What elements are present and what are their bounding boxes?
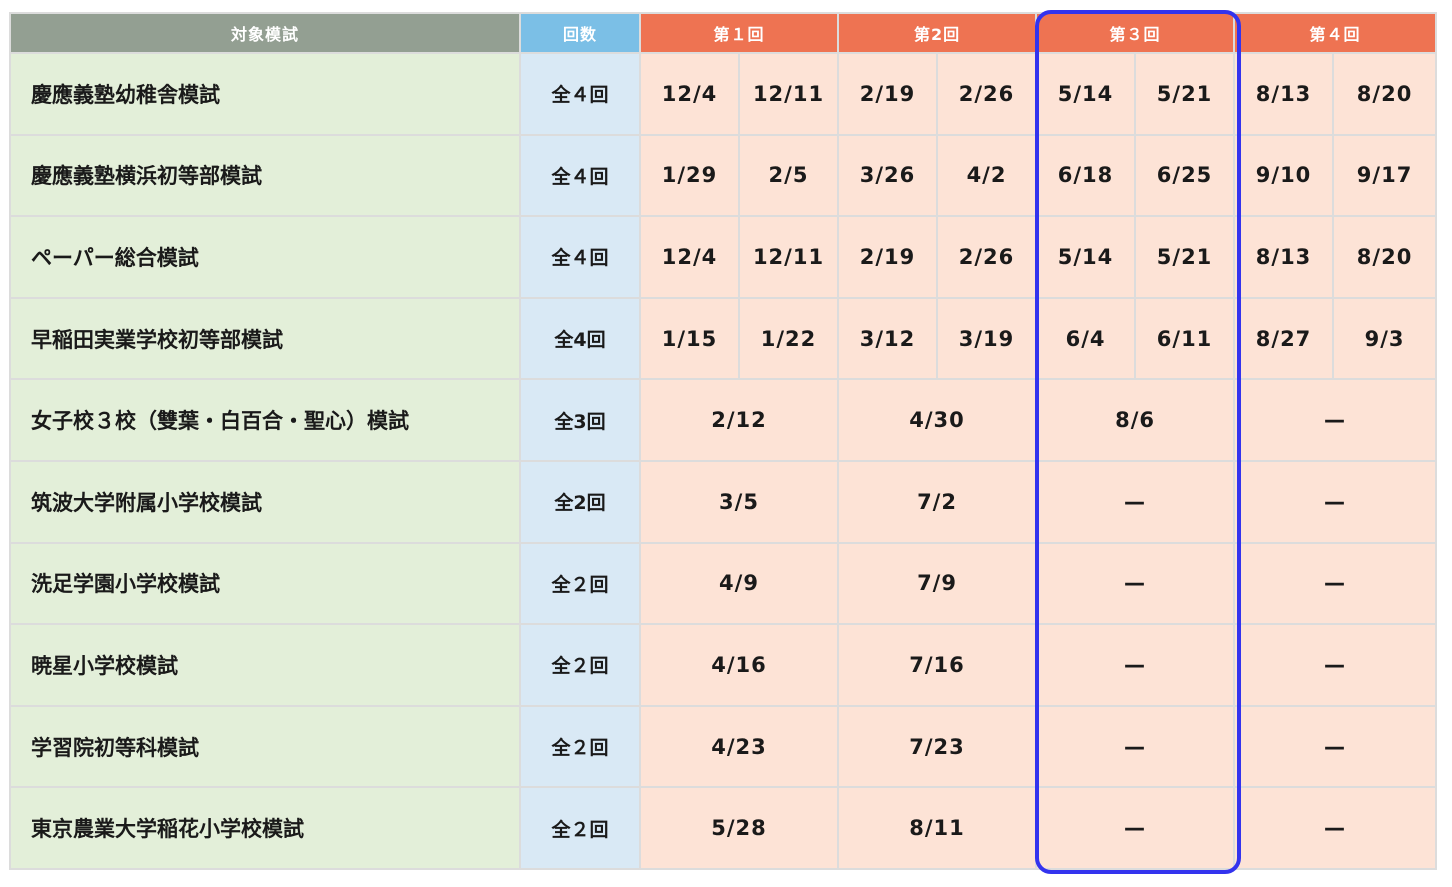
exam-schedule-wrapper: 対象模試 回数 第１回 第2回 第３回 第４回 慶應義塾幼稚舎模試 全４回 12/4… bbox=[9, 12, 1438, 870]
date-cell: 9/17 bbox=[1332, 133, 1438, 218]
exam-name-cell: 慶應義塾横浜初等部模試 bbox=[9, 133, 521, 218]
date-cell: 2/26 bbox=[936, 215, 1038, 299]
date-cell: 5/28 bbox=[638, 786, 840, 870]
date-cell: 1/15 bbox=[639, 296, 740, 381]
header-count: 回数 bbox=[519, 12, 641, 54]
date-cell: 8/20 bbox=[1332, 52, 1438, 136]
date-cell: 9/10 bbox=[1233, 133, 1335, 218]
date-cell: 1/29 bbox=[639, 133, 740, 218]
exam-count-cell: 全４回 bbox=[519, 133, 641, 218]
exam-count-cell: 全４回 bbox=[519, 52, 641, 136]
header-exam-name: 対象模試 bbox=[9, 12, 521, 54]
date-cell: 2/12 bbox=[638, 378, 840, 462]
date-cell: — bbox=[1233, 378, 1438, 462]
date-cell: 1/22 bbox=[737, 296, 840, 381]
date-cell: — bbox=[1233, 786, 1438, 870]
table-row: 暁星小学校模試 全２回 4/16 7/16— — bbox=[9, 623, 1438, 707]
date-cell: 4/2 bbox=[936, 133, 1038, 218]
date-cell: — bbox=[1233, 623, 1438, 707]
exam-name-cell: 慶應義塾幼稚舎模試 bbox=[9, 52, 521, 136]
date-cell: 6/4 bbox=[1035, 296, 1137, 381]
exam-count-cell: 全4回 bbox=[519, 296, 641, 381]
date-cell: — bbox=[1233, 459, 1438, 544]
date-cell: 3/5 bbox=[638, 459, 840, 544]
exam-count-cell: 全２回 bbox=[519, 704, 641, 789]
header-row: 対象模試 回数 第１回 第2回 第３回 第４回 bbox=[9, 12, 1438, 54]
exam-name-cell: 暁星小学校模試 bbox=[9, 623, 521, 707]
date-cell: 8/11 bbox=[837, 786, 1038, 870]
date-cell: — bbox=[1035, 704, 1236, 789]
date-cell: 7/9 bbox=[837, 541, 1038, 626]
table-row: 慶應義塾幼稚舎模試 全４回 12/4 12/11 2/19 2/26 5/14 5/21 8/1… bbox=[9, 52, 1438, 136]
date-cell: 3/26 bbox=[837, 133, 939, 218]
date-cell: 6/11 bbox=[1134, 296, 1236, 381]
date-cell: 5/14 bbox=[1035, 215, 1137, 299]
date-cell: — bbox=[1035, 541, 1236, 626]
exam-name-cell: 筑波大学附属小学校模試 bbox=[9, 459, 521, 544]
exam-name-cell: 東京農業大学稲花小学校模試 bbox=[9, 786, 521, 870]
date-cell: 12/4 bbox=[639, 52, 740, 136]
date-cell: 2/19 bbox=[837, 215, 939, 299]
date-cell: — bbox=[1035, 459, 1236, 544]
date-cell: 8/27 bbox=[1233, 296, 1335, 381]
date-cell: 9/3 bbox=[1332, 296, 1438, 381]
date-cell: 4/9 bbox=[638, 541, 840, 626]
header-round-4: 第４回 bbox=[1233, 12, 1438, 54]
exam-name-cell: 女子校３校（雙葉・白百合・聖心）模試 bbox=[9, 378, 521, 462]
header-round-2: 第2回 bbox=[837, 12, 1038, 54]
exam-name-cell: 学習院初等科模試 bbox=[9, 704, 521, 789]
exam-name-cell: 洗足学園小学校模試 bbox=[9, 541, 521, 626]
date-cell: — bbox=[1035, 786, 1236, 870]
date-cell: 2/19 bbox=[837, 52, 939, 136]
date-cell: 8/13 bbox=[1233, 215, 1335, 299]
date-cell: 8/13 bbox=[1233, 52, 1335, 136]
date-cell: — bbox=[1233, 541, 1438, 626]
table-row: 筑波大学附属小学校模試 全2回 3/5 7/2— — bbox=[9, 459, 1438, 544]
table-row: 東京農業大学稲花小学校模試 全２回 5/28 8/11— — bbox=[9, 786, 1438, 870]
header-round-3: 第３回 bbox=[1035, 12, 1236, 54]
date-cell: 7/16 bbox=[837, 623, 1038, 707]
date-cell: 12/11 bbox=[737, 215, 840, 299]
date-cell: — bbox=[1035, 623, 1236, 707]
date-cell: 4/30 bbox=[837, 378, 1038, 462]
date-cell: 4/23 bbox=[638, 704, 840, 789]
exam-count-cell: 全２回 bbox=[519, 786, 641, 870]
exam-name-cell: 早稲田実業学校初等部模試 bbox=[9, 296, 521, 381]
table-row: 早稲田実業学校初等部模試 全4回 1/15 1/22 3/12 3/19 6/4 6/11 8/… bbox=[9, 296, 1438, 381]
date-cell: 12/11 bbox=[737, 52, 840, 136]
exam-schedule-table: 対象模試 回数 第１回 第2回 第３回 第４回 慶應義塾幼稚舎模試 全４回 12/4… bbox=[9, 12, 1438, 870]
date-cell: 8/6 bbox=[1035, 378, 1236, 462]
date-cell: 2/26 bbox=[936, 52, 1038, 136]
table-row: 洗足学園小学校模試 全２回 4/9 7/9— — bbox=[9, 541, 1438, 626]
date-cell: 6/25 bbox=[1134, 133, 1236, 218]
schedule-body: 慶應義塾幼稚舎模試 全４回 12/4 12/11 2/19 2/26 5/14 5/21 8/1… bbox=[9, 52, 1438, 870]
date-cell: 7/2 bbox=[837, 459, 1038, 544]
exam-count-cell: 全２回 bbox=[519, 541, 641, 626]
date-cell: 2/5 bbox=[737, 133, 840, 218]
table-row: 女子校３校（雙葉・白百合・聖心）模試 全3回 2/12 4/30 8/6— bbox=[9, 378, 1438, 462]
date-cell: 6/18 bbox=[1035, 133, 1137, 218]
date-cell: — bbox=[1233, 704, 1438, 789]
header-round-1: 第１回 bbox=[638, 12, 840, 54]
table-row: ペーパー総合模試 全４回 12/4 12/11 2/19 2/26 5/14 5/21 8/13… bbox=[9, 215, 1438, 299]
date-cell: 8/20 bbox=[1332, 215, 1438, 299]
table-row: 慶應義塾横浜初等部模試 全４回 1/29 2/5 3/26 4/2 6/18 6/25 9/10… bbox=[9, 133, 1438, 218]
exam-count-cell: 全3回 bbox=[519, 378, 641, 462]
exam-count-cell: 全2回 bbox=[519, 459, 641, 544]
date-cell: 7/23 bbox=[837, 704, 1038, 789]
date-cell: 5/14 bbox=[1035, 52, 1137, 136]
exam-name-cell: ペーパー総合模試 bbox=[9, 215, 521, 299]
table-row: 学習院初等科模試 全２回 4/23 7/23— — bbox=[9, 704, 1438, 789]
exam-count-cell: 全４回 bbox=[519, 215, 641, 299]
date-cell: 5/21 bbox=[1134, 215, 1236, 299]
date-cell: 3/19 bbox=[936, 296, 1038, 381]
date-cell: 12/4 bbox=[639, 215, 740, 299]
date-cell: 3/12 bbox=[837, 296, 939, 381]
date-cell: 5/21 bbox=[1134, 52, 1236, 136]
date-cell: 4/16 bbox=[638, 623, 840, 707]
exam-count-cell: 全２回 bbox=[519, 623, 641, 707]
